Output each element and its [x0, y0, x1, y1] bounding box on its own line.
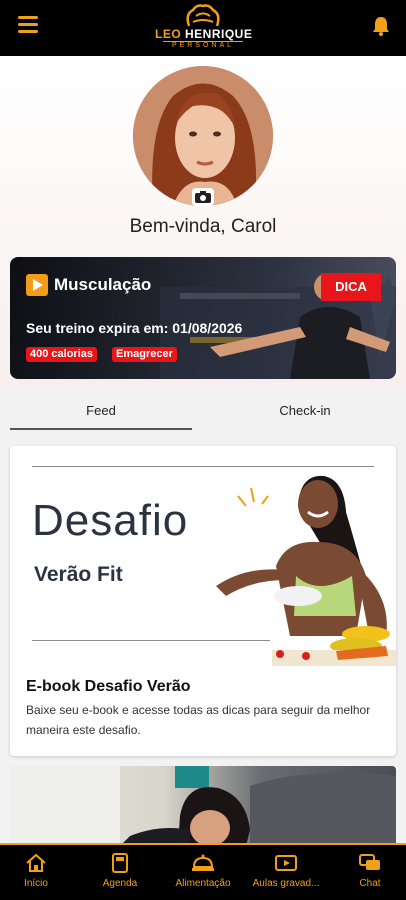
post-title: E-book Desafio Verão: [26, 678, 191, 695]
nav-label-agenda: Agenda: [102, 878, 138, 889]
banner-subtitle: Verão Fit: [34, 563, 123, 586]
workout-title: Musculação: [54, 275, 152, 294]
bell-icon[interactable]: [372, 16, 390, 36]
workout-card[interactable]: Musculação Seu treino expira em: 01/08/2…: [10, 257, 396, 379]
workout-image: [10, 766, 396, 846]
home-icon: [26, 853, 46, 872]
nav-alimentacao[interactable]: Alimentação: [166, 853, 240, 889]
nav-label-alimentacao: Alimentação: [175, 878, 231, 889]
feed-post[interactable]: [10, 766, 396, 846]
logo-name-second: HENRIQUE: [181, 27, 253, 41]
nav-agenda[interactable]: Agenda: [92, 853, 148, 889]
goal-tag: Emagrecer: [112, 347, 177, 362]
agenda-icon: [112, 853, 128, 873]
feed-tabs: Feed Check-in: [10, 394, 396, 432]
banner-title: Desafio: [32, 496, 189, 545]
calories-tag: 400 calorias: [26, 347, 97, 362]
nav-chat[interactable]: Chat: [350, 853, 390, 889]
tab-feed[interactable]: Feed: [10, 394, 192, 430]
nav-aulas-gravadas[interactable]: Aulas gravad...: [246, 853, 326, 889]
post-banner: Desafio Verão Fit: [10, 446, 396, 666]
woman-eating-image: [216, 475, 396, 666]
tab-check-in[interactable]: Check-in: [214, 394, 396, 430]
post-description: Baixe seu e-book e acesse todas as dicas…: [26, 703, 371, 737]
tip-badge[interactable]: DICA: [321, 273, 381, 301]
bottom-navigation: Início Agenda Alimentação Aulas gravad..…: [0, 843, 406, 900]
camera-icon[interactable]: [192, 188, 214, 206]
avatar[interactable]: [133, 66, 273, 206]
nav-label-aulas-gravadas: Aulas gravad...: [252, 878, 320, 889]
welcome-text: Bem-vinda, Carol: [129, 216, 277, 237]
top-app-bar: LEO HENRIQUE PERSONAL: [0, 0, 406, 56]
brand-logo: LEO HENRIQUE PERSONAL: [155, 2, 253, 54]
nav-label-chat: Chat: [359, 878, 381, 889]
nav-inicio[interactable]: Início: [14, 853, 58, 889]
menu-icon[interactable]: [18, 16, 38, 34]
chat-icon: [359, 854, 380, 870]
nav-label-inicio: Início: [24, 878, 48, 889]
feed-post[interactable]: Desafio Verão Fit E-book Desafio Verão B…: [10, 446, 396, 756]
logo-tagline: PERSONAL: [163, 41, 243, 50]
video-icon: [275, 855, 297, 871]
food-icon: [192, 854, 214, 871]
logo-name-first: LEO: [155, 27, 182, 41]
workout-expiry: Seu treino expira em: 01/08/2026: [26, 320, 243, 336]
